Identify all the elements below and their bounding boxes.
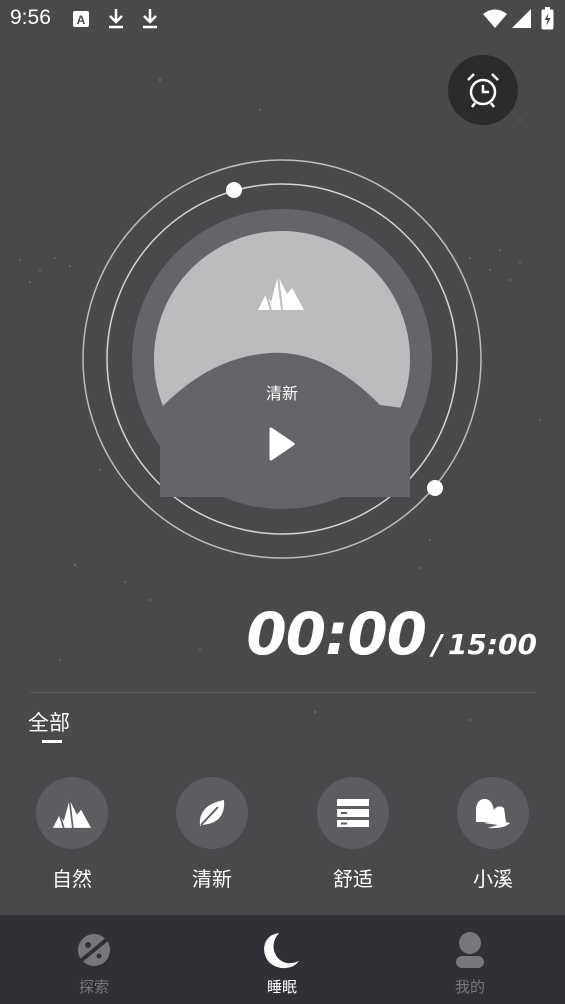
wifi-icon <box>483 9 507 28</box>
sound-item-comfort[interactable]: 舒适 <box>308 777 398 892</box>
orbit-dot <box>427 480 443 496</box>
leaf-icon <box>199 800 225 826</box>
lines-icon <box>337 799 369 827</box>
download-icon <box>143 9 157 29</box>
progress-handle[interactable] <box>226 182 242 198</box>
bottom-nav: 探索 睡眠 我的 <box>0 915 565 1004</box>
a-badge-icon: A <box>73 11 89 27</box>
planet-icon <box>75 934 113 966</box>
sound-item-fresh[interactable]: 清新 <box>167 777 257 892</box>
sound-player <box>82 159 482 559</box>
sound-circle <box>176 777 248 849</box>
alarm-clock-icon <box>467 73 499 108</box>
battery-charging-icon <box>541 7 554 30</box>
timer-elapsed: 00:00 <box>246 600 427 668</box>
nav-label: 我的 <box>454 978 485 996</box>
sound-name: 自然 <box>52 867 92 891</box>
sound-circle <box>317 777 389 849</box>
sound-item-stream[interactable]: 小溪 <box>448 777 538 892</box>
sound-item-nature[interactable]: 自然 <box>27 777 117 892</box>
sound-name: 舒适 <box>333 867 373 891</box>
moon-icon <box>264 933 299 969</box>
sound-name: 清新 <box>192 867 232 891</box>
svg-text:A: A <box>77 13 86 27</box>
nav-item-explore[interactable]: 探索 <box>0 915 188 1004</box>
timer-total: 15:00 <box>447 628 537 661</box>
nav-label: 探索 <box>78 978 109 996</box>
status-bar: 9:56 A <box>0 0 565 38</box>
download-icon <box>109 9 123 29</box>
user-icon <box>456 932 484 968</box>
alarm-button[interactable] <box>448 55 518 125</box>
sound-circle <box>36 777 108 849</box>
category-underline <box>42 740 62 743</box>
current-sound-title: 清新 <box>265 384 298 403</box>
sound-name: 小溪 <box>473 867 513 891</box>
sound-circle <box>457 777 529 849</box>
divider <box>30 692 536 693</box>
timer-separator: / <box>432 628 443 661</box>
category-tab-all[interactable]: 全部 <box>28 707 70 737</box>
nav-label: 睡眠 <box>266 978 297 996</box>
stream-icon <box>476 798 510 829</box>
timer: 00:00/ 15:00 <box>246 600 537 668</box>
nav-item-sleep[interactable]: 睡眠 <box>188 915 376 1004</box>
status-time: 9:56 <box>10 6 51 29</box>
signal-icon <box>512 9 531 28</box>
mountain-icon <box>53 799 91 828</box>
nav-item-mine[interactable]: 我的 <box>376 915 564 1004</box>
